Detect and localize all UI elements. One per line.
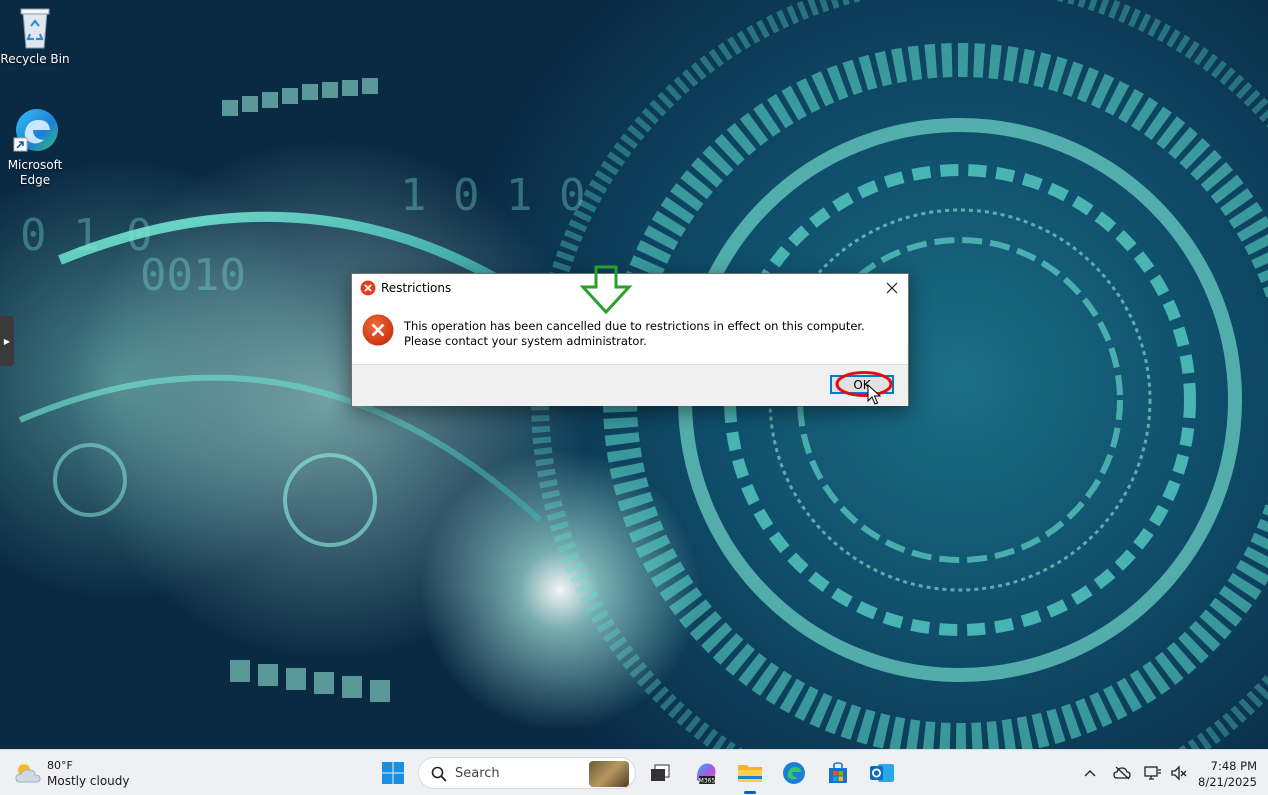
m365-copilot-button[interactable]: M365 — [691, 758, 721, 788]
clock-date: 8/21/2025 — [1198, 775, 1257, 789]
error-icon — [362, 314, 394, 346]
search-placeholder: Search — [455, 766, 500, 781]
chevron-right-icon: ▶ — [3, 336, 11, 346]
search-highlight-image — [589, 761, 629, 787]
dialog-message: This operation has been cancelled due to… — [404, 319, 865, 348]
file-explorer-button[interactable] — [735, 758, 765, 788]
weather-condition: Mostly cloudy — [47, 774, 130, 788]
task-view-icon — [651, 764, 670, 781]
close-icon[interactable] — [882, 278, 902, 298]
dialog-title: Restrictions — [381, 281, 452, 295]
svg-text:1 0 1 0: 1 0 1 0 — [400, 170, 585, 221]
widget-panel-tab[interactable]: ▶ — [0, 316, 14, 366]
desktop-icon-edge[interactable]: Microsoft Edge — [0, 106, 70, 188]
store-icon — [829, 762, 847, 783]
svg-text:0 1 0: 0 1 0 — [20, 210, 152, 261]
outlook-button[interactable] — [867, 758, 897, 788]
annotation-arrow-down-icon — [579, 265, 633, 315]
svg-text:M365: M365 — [699, 778, 716, 785]
edge-icon — [783, 762, 805, 784]
chevron-up-icon[interactable] — [1081, 764, 1099, 782]
taskbar: 80°F Mostly cloudy Search M365 7:48 PM 8… — [0, 749, 1268, 795]
weather-temp: 80°F — [47, 759, 73, 772]
svg-text:0010: 0010 — [140, 250, 246, 301]
folder-icon — [738, 765, 762, 782]
search-icon — [431, 766, 447, 782]
onedrive-offline-icon[interactable] — [1113, 764, 1131, 782]
recycle-bin-icon — [17, 6, 53, 50]
clock-time: 7:48 PM — [1210, 759, 1257, 773]
start-button[interactable] — [378, 758, 408, 788]
error-icon — [360, 280, 376, 296]
system-clock[interactable]: 7:48 PM 8/21/2025 — [1198, 758, 1257, 790]
edge-icon — [11, 106, 59, 156]
outlook-icon — [870, 764, 894, 782]
edge-taskbar-button[interactable] — [779, 758, 809, 788]
volume-muted-icon[interactable] — [1170, 764, 1188, 782]
desktop-icon-label: Recycle Bin — [0, 52, 70, 66]
dialog-footer: OK — [352, 364, 908, 406]
network-icon[interactable] — [1144, 764, 1162, 782]
desktop-icon-label: Microsoft Edge — [7, 158, 63, 187]
microsoft-store-button[interactable] — [823, 758, 853, 788]
annotation-ellipse — [835, 371, 893, 397]
desktop-icon-recycle-bin[interactable]: Recycle Bin — [0, 6, 70, 67]
windows-logo-icon — [382, 762, 404, 784]
mouse-cursor-icon — [867, 384, 881, 405]
search-input[interactable]: Search — [418, 757, 636, 789]
m365-copilot-icon: M365 — [696, 763, 716, 785]
cloud-sun-icon — [14, 762, 42, 784]
task-view-button[interactable] — [645, 758, 675, 788]
